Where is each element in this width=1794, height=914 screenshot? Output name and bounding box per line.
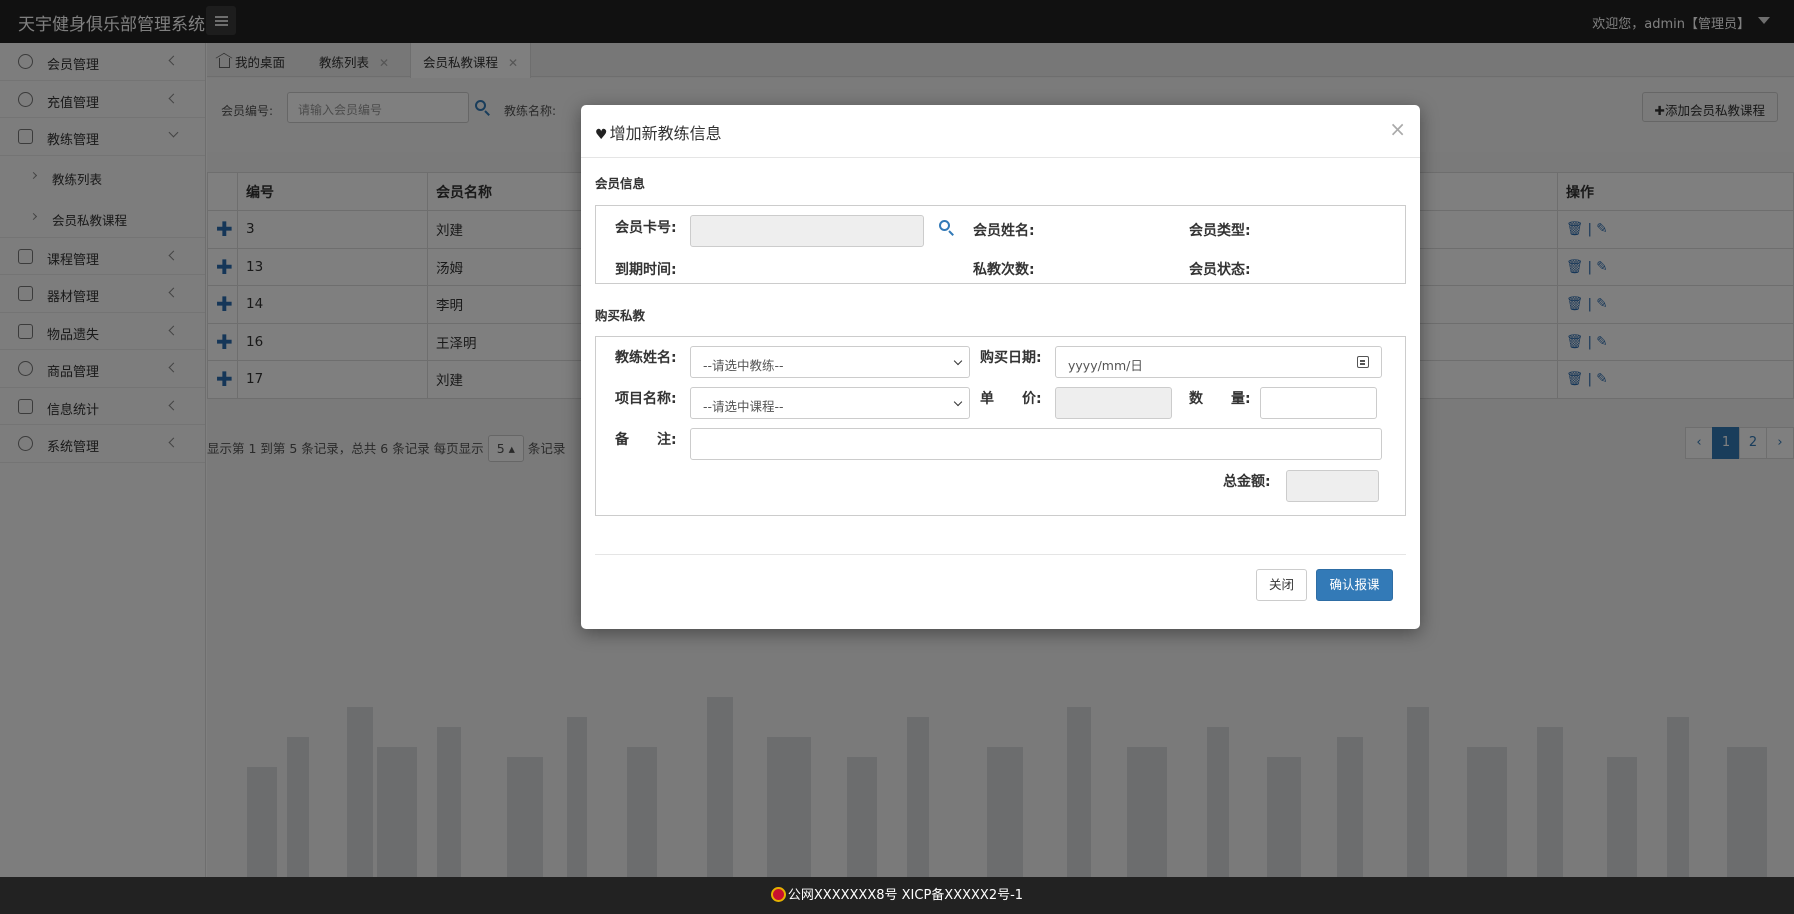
buy-date-input[interactable]: yyyy/mm/日 [1055,346,1382,378]
modal-title: ♥ 增加新教练信息 [595,124,722,143]
total-amount-label: 总金额: [1223,474,1271,490]
expire-time-label: 到期时间: [615,262,677,278]
private-sessions-label: 私教次数: [973,262,1035,278]
card-no-input[interactable] [690,215,924,247]
purchase-box: 教练姓名: --请选中教练-- 购买日期: yyyy/mm/日 项目名称: --… [595,336,1406,516]
police-badge-icon [770,887,786,902]
course-name-label: 项目名称: [615,391,677,407]
heart-icon: ♥ [595,127,608,143]
confirm-enroll-button[interactable]: 确认报课 [1316,569,1393,601]
coach-name-label: 教练姓名: [615,350,677,366]
chevron-down-icon [953,356,963,366]
close-button[interactable]: 关闭 [1256,569,1307,601]
card-no-label: 会员卡号: [615,220,677,236]
course-select[interactable]: --请选中课程-- [690,387,970,419]
unit-price-label: 单 价: [980,391,1042,407]
chevron-down-icon [953,397,963,407]
total-amount-input[interactable] [1286,470,1379,502]
add-coach-modal: ♥ 增加新教练信息 × 会员信息 会员卡号: 会员姓名: 会员类型: 到期时间: … [581,105,1420,629]
footer: 公网XXXXXXX8号 XICP备XXXXX2号-1 [0,877,1794,914]
member-status-label: 会员状态: [1189,262,1251,278]
close-icon[interactable]: × [1389,117,1406,141]
member-name-label: 会员姓名: [973,223,1035,239]
footer-text: 公网XXXXXXX8号 XICP备XXXXX2号-1 [787,888,1024,903]
modal-header: ♥ 增加新教练信息 × [581,105,1420,158]
member-info-box: 会员卡号: 会员姓名: 会员类型: 到期时间: 私教次数: 会员状态: [595,205,1406,284]
modal-footer-divider [595,554,1406,555]
unit-price-input[interactable] [1055,387,1172,419]
member-info-section-title: 会员信息 [595,176,646,191]
purchase-section-title: 购买私教 [595,308,646,323]
remark-label: 备 注: [615,432,677,448]
buy-date-label: 购买日期: [980,350,1042,366]
search-icon[interactable] [939,220,950,231]
coach-select[interactable]: --请选中教练-- [690,346,970,378]
calendar-icon[interactable] [1357,356,1369,368]
member-type-label: 会员类型: [1189,223,1251,239]
remark-input[interactable] [690,428,1382,460]
quantity-input[interactable] [1260,387,1377,419]
quantity-label: 数 量: [1189,391,1251,407]
